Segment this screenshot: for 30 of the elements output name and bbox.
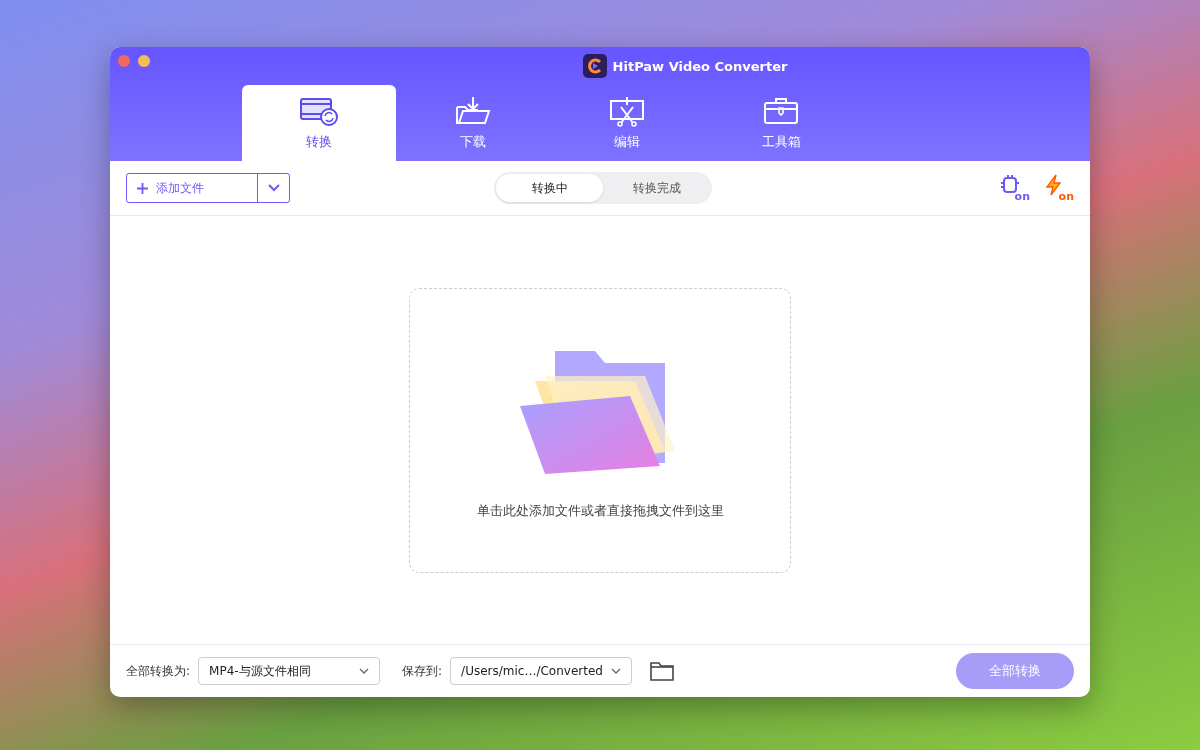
format-dropdown[interactable]: MP4-与源文件相同 bbox=[198, 657, 381, 685]
scissors-screen-icon bbox=[607, 95, 647, 127]
save-label: 保存到: bbox=[402, 662, 443, 680]
film-convert-icon bbox=[299, 95, 339, 127]
format-label: 全部转换为: bbox=[126, 662, 191, 680]
segment-tab[interactable]: 转换中 bbox=[496, 174, 603, 202]
nav-tab[interactable]: 编辑 bbox=[550, 85, 704, 161]
app-logo-icon bbox=[582, 54, 607, 78]
lightning-icon bbox=[1044, 174, 1064, 196]
chevron-down-icon bbox=[267, 184, 280, 192]
drop-zone[interactable]: 单击此处添加文件或者直接拖拽文件到这里 bbox=[409, 287, 791, 573]
window-title: HitPaw Video Converter bbox=[612, 58, 788, 74]
nav-tab[interactable]: 转换 bbox=[242, 85, 396, 161]
plus-icon bbox=[137, 182, 148, 194]
toolbox-icon bbox=[761, 95, 801, 127]
chevron-down-icon bbox=[611, 668, 622, 674]
segment-tab[interactable]: 转换完成 bbox=[603, 174, 710, 202]
nav-tab[interactable]: 下载 bbox=[396, 85, 550, 161]
drop-hint: 单击此处添加文件或者直接拖拽文件到这里 bbox=[476, 502, 724, 520]
chevron-down-icon bbox=[359, 668, 370, 674]
chip-icon bbox=[1000, 174, 1020, 196]
add-file-label: 添加文件 bbox=[156, 179, 204, 197]
nav-tab[interactable]: 工具箱 bbox=[704, 85, 858, 161]
folder-download-icon bbox=[453, 95, 493, 127]
minimize-button[interactable] bbox=[138, 55, 150, 67]
chip-toggle[interactable]: on bbox=[1000, 174, 1030, 202]
save-path-dropdown[interactable]: /Users/mic…/Converted bbox=[450, 657, 633, 685]
lightning-toggle[interactable]: on bbox=[1044, 174, 1074, 202]
add-file-button[interactable]: 添加文件 bbox=[126, 173, 290, 203]
folder-icon[interactable] bbox=[650, 661, 675, 681]
